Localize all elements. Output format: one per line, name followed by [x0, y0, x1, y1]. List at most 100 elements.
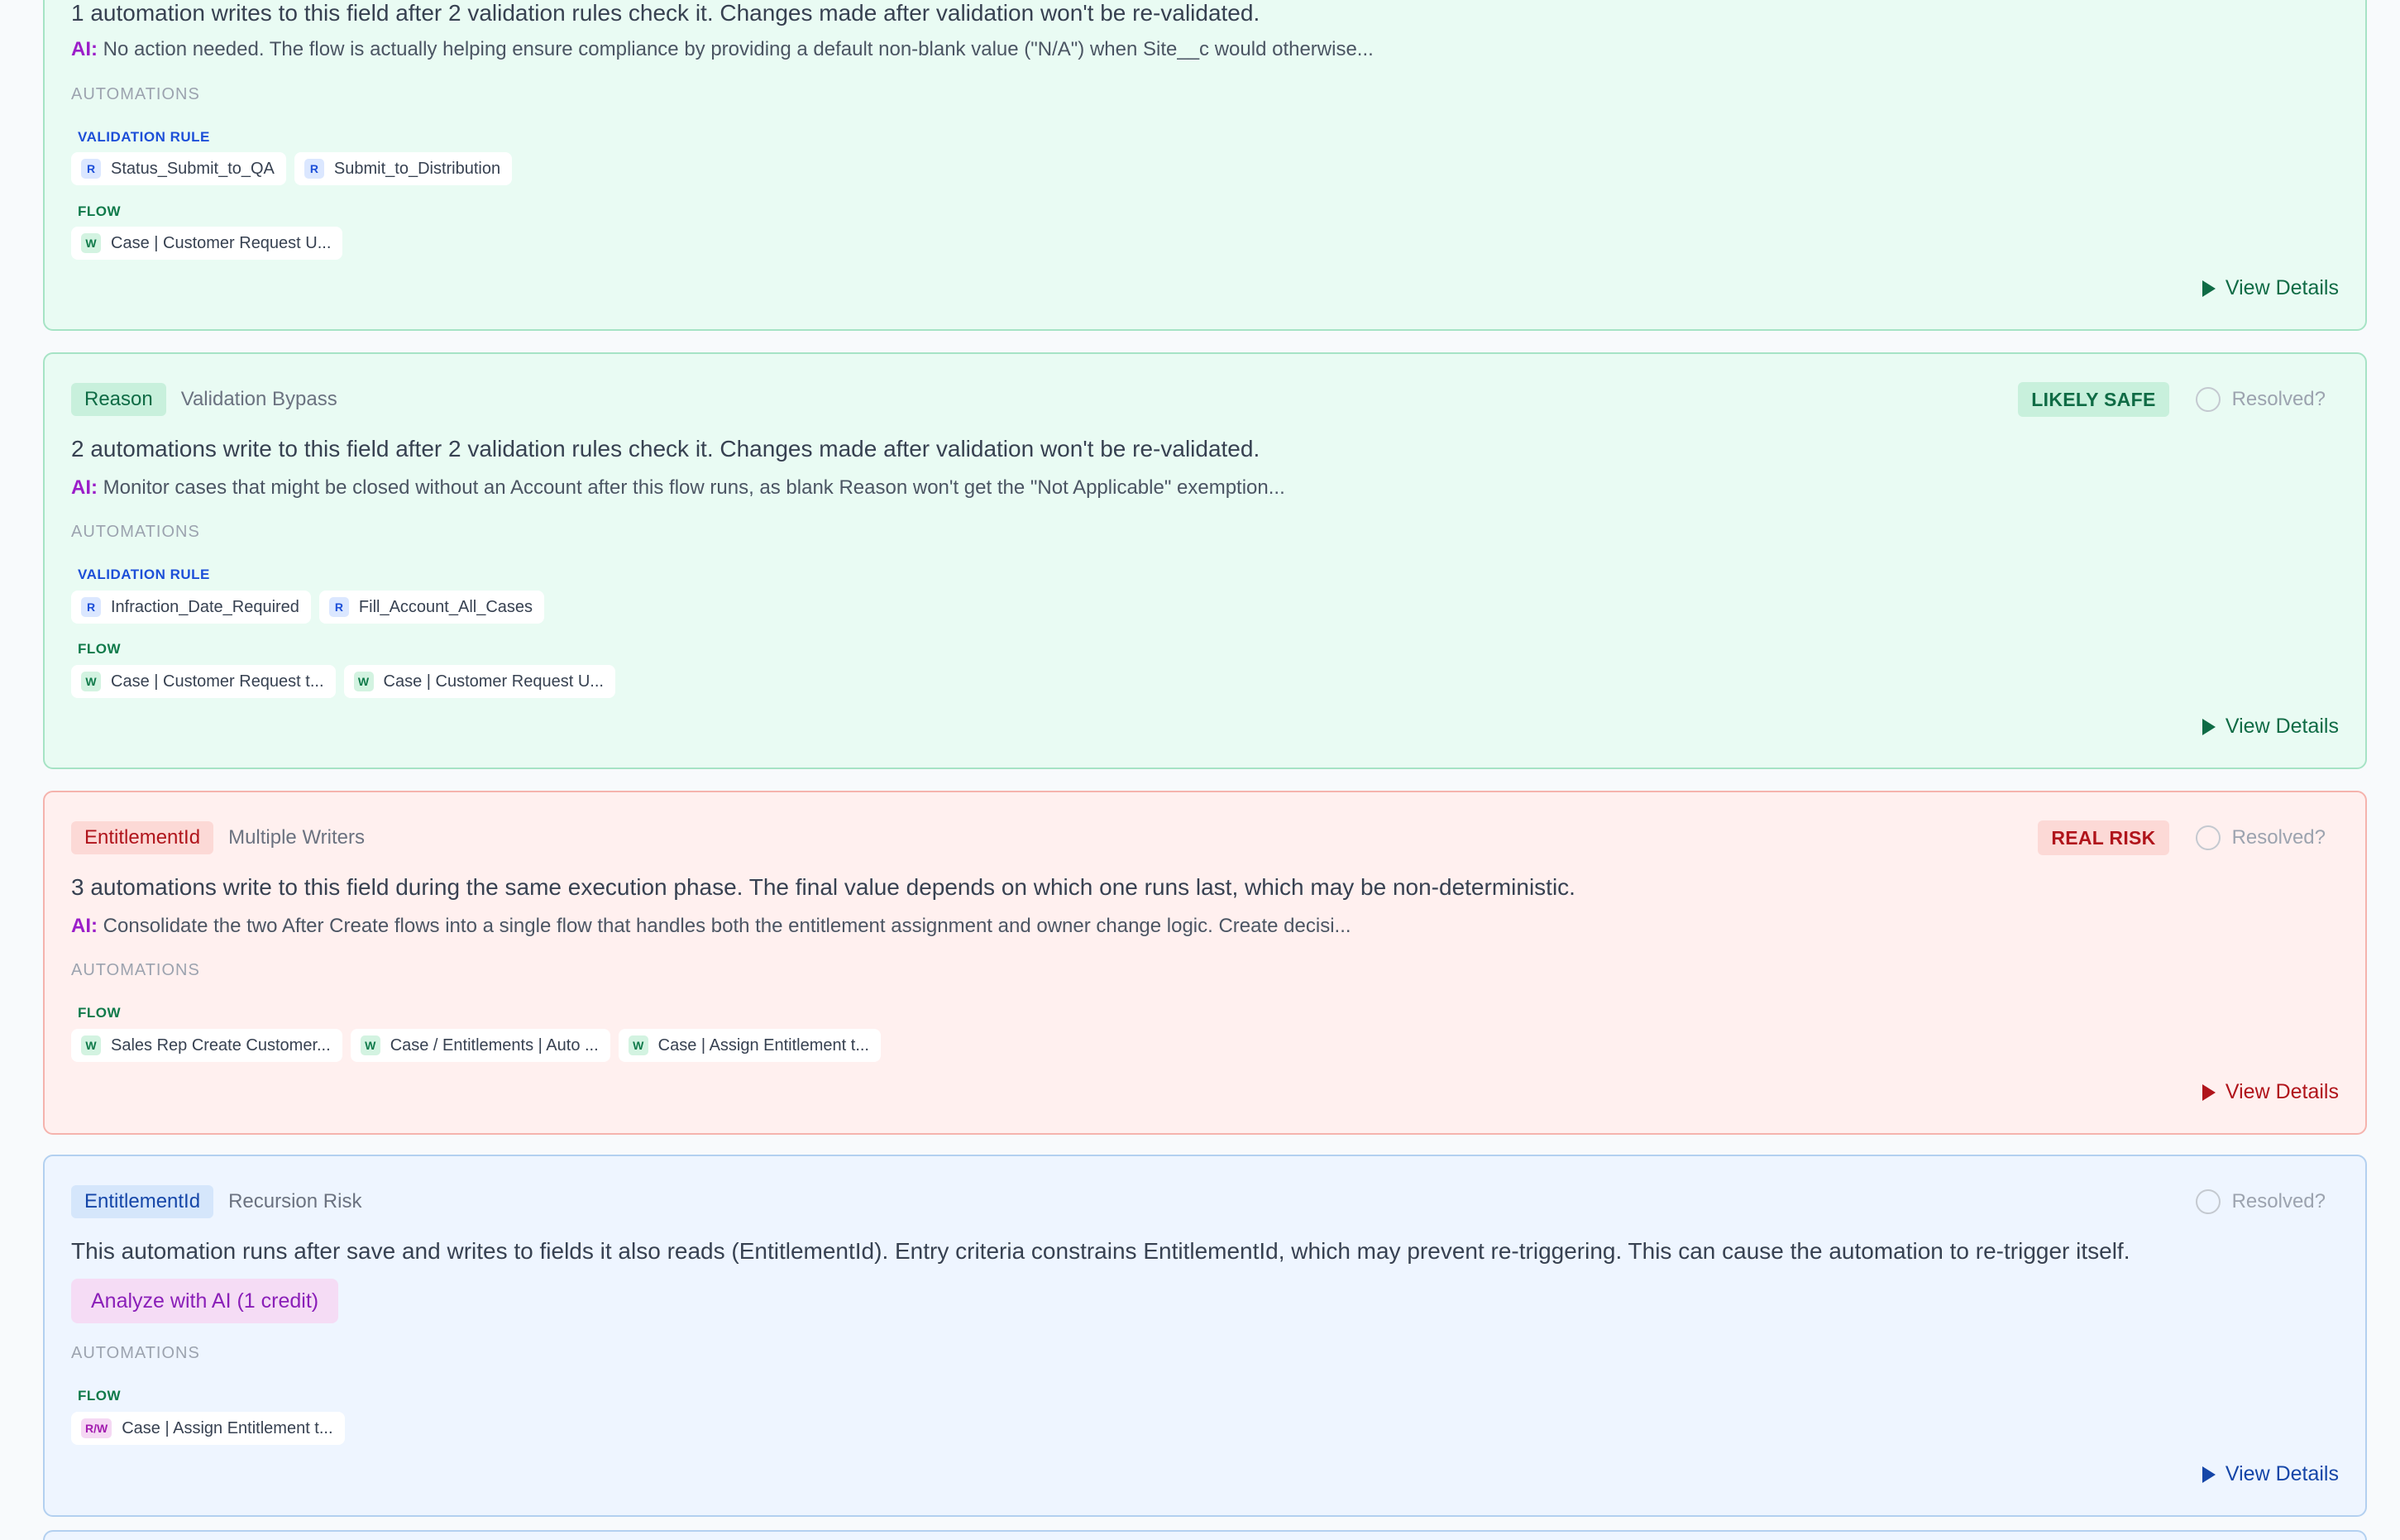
- group-label-flow: FLOW: [78, 641, 122, 657]
- play-triangle-icon: [2202, 280, 2216, 297]
- card-header: Reason Validation Bypass LIKELY SAFE Res…: [71, 382, 2326, 417]
- view-details-label: View Details: [2225, 715, 2339, 738]
- flow-chips: W Sales Rep Create Customer... W Case / En…: [71, 1029, 881, 1062]
- ai-summary: AI: No action needed. The flow is actual…: [71, 38, 2326, 61]
- automation-chip[interactable]: R Infraction_Date_Required: [71, 591, 311, 624]
- ai-summary-text: No action needed. The flow is actually h…: [103, 38, 1374, 60]
- view-details-button[interactable]: View Details: [2202, 276, 2339, 300]
- flow-write-icon: W: [81, 233, 101, 253]
- automation-chip[interactable]: W Case / Entitlements | Auto ...: [350, 1029, 610, 1062]
- radio-circle-icon[interactable]: [2195, 1189, 2221, 1214]
- automations-label: AUTOMATIONS: [71, 85, 200, 103]
- automation-chip[interactable]: W Case | Customer Request U...: [343, 665, 615, 698]
- resolved-toggle[interactable]: Resolved?: [2195, 825, 2326, 850]
- view-details-button[interactable]: View Details: [2202, 1080, 2339, 1104]
- automation-chip[interactable]: W Sales Rep Create Customer...: [71, 1029, 342, 1062]
- ai-summary-text: Monitor cases that might be closed witho…: [103, 476, 1285, 499]
- rule-read-icon: R: [304, 159, 324, 179]
- rule-read-icon: R: [81, 597, 101, 617]
- automation-chip-label: Case | Customer Request U...: [383, 672, 604, 691]
- automation-chip[interactable]: R/W Case | Assign Entitlement t...: [71, 1412, 345, 1445]
- automation-chip[interactable]: W Case | Customer Request t...: [71, 665, 336, 698]
- issue-type: Multiple Writers: [228, 826, 365, 849]
- next-card-edge: [43, 1530, 2367, 1540]
- automation-chip-label: Case | Customer Request t...: [111, 672, 324, 691]
- group-label-validation-rule: VALIDATION RULE: [78, 129, 210, 145]
- automations-label: AUTOMATIONS: [71, 1344, 200, 1362]
- flow-write-icon: W: [81, 1035, 101, 1055]
- ai-label: AI:: [71, 38, 98, 60]
- automations-label: AUTOMATIONS: [71, 523, 200, 541]
- view-details-button[interactable]: View Details: [2202, 1462, 2339, 1486]
- automation-chip[interactable]: R Fill_Account_All_Cases: [318, 591, 545, 624]
- automation-chip[interactable]: R Status_Submit_to_QA: [71, 152, 286, 185]
- automation-chip-label: Fill_Account_All_Cases: [358, 597, 533, 616]
- automation-chip-label: Case | Assign Entitlement t...: [657, 1035, 869, 1055]
- risk-badge: REAL RISK: [2038, 820, 2169, 855]
- conflict-card-entitlement-writers: EntitlementId Multiple Writers REAL RISK…: [43, 791, 2367, 1135]
- ai-summary: AI: Consolidate the two After Create flo…: [71, 915, 2326, 938]
- issue-type: Recursion Risk: [228, 1190, 362, 1212]
- conflict-card-site: 1 automation writes to this field after …: [43, 0, 2367, 331]
- analyze-with-ai-button[interactable]: Analyze with AI (1 credit): [71, 1279, 339, 1323]
- flow-chips: W Case | Customer Request U...: [71, 227, 343, 260]
- automation-chip-label: Infraction_Date_Required: [111, 597, 299, 616]
- automations-label: AUTOMATIONS: [71, 961, 200, 979]
- group-label-flow: FLOW: [78, 203, 122, 219]
- automation-chip-label: Case | Customer Request U...: [111, 233, 332, 252]
- conflicts-list: 1 automation writes to this field after …: [0, 0, 2400, 1540]
- issue-type: Validation Bypass: [180, 388, 337, 410]
- card-header: EntitlementId Multiple Writers REAL RISK…: [71, 820, 2326, 855]
- automation-chip-label: Case | Assign Entitlement t...: [122, 1418, 333, 1437]
- flow-write-icon: W: [81, 672, 101, 691]
- automation-chip[interactable]: W Case | Customer Request U...: [71, 227, 343, 260]
- resolved-label: Resolved?: [2231, 1190, 2326, 1212]
- flow-chips: R/W Case | Assign Entitlement t...: [71, 1412, 345, 1445]
- resolved-label: Resolved?: [2231, 826, 2326, 849]
- play-triangle-icon: [2202, 718, 2216, 735]
- field-name-tag: EntitlementId: [71, 821, 214, 854]
- view-details-label: View Details: [2225, 1462, 2339, 1485]
- group-label-validation-rule: VALIDATION RULE: [78, 567, 210, 582]
- validation-rule-chips: R Infraction_Date_Required R Fill_Account_…: [71, 591, 545, 624]
- automation-chip-label: Case / Entitlements | Auto ...: [390, 1035, 599, 1055]
- ai-summary: AI: Monitor cases that might be closed w…: [71, 476, 2326, 500]
- ai-label: AI:: [71, 915, 98, 937]
- automation-chip[interactable]: R Submit_to_Distribution: [294, 152, 513, 185]
- risk-badge: LIKELY SAFE: [2018, 382, 2169, 417]
- radio-circle-icon[interactable]: [2195, 387, 2221, 412]
- validation-rule-chips: R Status_Submit_to_QA R Submit_to_Distribu…: [71, 152, 513, 185]
- conflict-description: This automation runs after save and writ…: [71, 1238, 2130, 1264]
- resolved-toggle[interactable]: Resolved?: [2195, 1189, 2326, 1214]
- group-label-flow: FLOW: [78, 1005, 122, 1021]
- conflict-description: 2 automations write to this field after …: [71, 436, 1260, 462]
- automation-chip-label: Submit_to_Distribution: [333, 159, 501, 178]
- resolved-label: Resolved?: [2231, 388, 2326, 410]
- ai-label: AI:: [71, 476, 98, 499]
- flow-write-icon: W: [628, 1035, 648, 1055]
- automation-chip-label: Status_Submit_to_QA: [111, 159, 275, 178]
- ai-summary-text: Consolidate the two After Create flows i…: [103, 915, 1351, 937]
- card-header: EntitlementId Recursion Risk Resolved?: [71, 1184, 2326, 1219]
- rule-read-icon: R: [81, 159, 101, 179]
- conflict-card-entitlement-recursion: EntitlementId Recursion Risk Resolved? T…: [43, 1155, 2367, 1517]
- radio-circle-icon[interactable]: [2195, 825, 2221, 850]
- field-name-tag: EntitlementId: [71, 1185, 214, 1218]
- read-write-icon: R/W: [81, 1418, 112, 1438]
- flow-write-icon: W: [360, 1035, 380, 1055]
- flow-chips: W Case | Customer Request t... W Case | Cu…: [71, 665, 615, 698]
- flow-write-icon: W: [353, 672, 374, 691]
- play-triangle-icon: [2202, 1083, 2216, 1101]
- view-details-label: View Details: [2225, 1080, 2339, 1103]
- view-details-label: View Details: [2225, 276, 2339, 299]
- conflict-card-reason: Reason Validation Bypass LIKELY SAFE Res…: [43, 352, 2367, 769]
- rule-read-icon: R: [328, 597, 349, 617]
- conflict-description: 3 automations write to this field during…: [71, 874, 1575, 900]
- conflict-description: 1 automation writes to this field after …: [71, 0, 1260, 26]
- automation-chip[interactable]: W Case | Assign Entitlement t...: [618, 1029, 881, 1062]
- field-name-tag: Reason: [71, 383, 166, 416]
- play-triangle-icon: [2202, 1466, 2216, 1483]
- view-details-button[interactable]: View Details: [2202, 715, 2339, 739]
- group-label-flow: FLOW: [78, 1388, 122, 1404]
- resolved-toggle[interactable]: Resolved?: [2195, 387, 2326, 412]
